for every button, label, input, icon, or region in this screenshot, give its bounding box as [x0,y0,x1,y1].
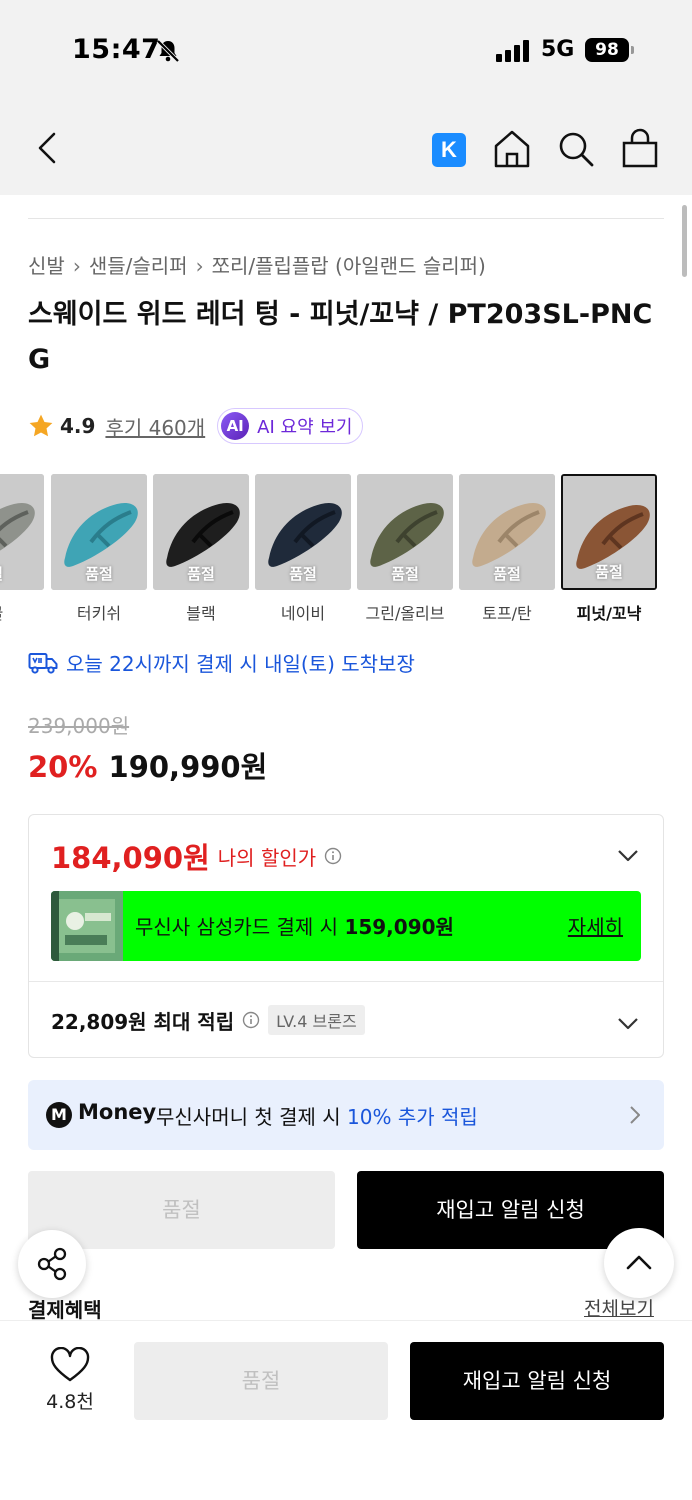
money-brand: Money [78,1100,157,1124]
original-price: 239,000원 [28,714,130,738]
soldout-label: 품절 [289,565,317,583]
soldout-label: 품절 [391,565,419,583]
star-icon [29,414,53,437]
my-price-label: 나의 할인가 [217,845,317,870]
my-price: 184,090원 [51,841,210,875]
color-option[interactable]: 절골 [0,474,44,624]
chevron-down-icon[interactable] [617,1017,639,1031]
scroll-top-button[interactable] [604,1228,674,1298]
ai-icon: AI [221,412,250,440]
breadcrumb-item[interactable]: 쪼리/플립플랍 (아일랜드 슬리퍼) [212,254,486,278]
sale-price: 190,990원 [108,750,268,784]
breadcrumb: 신발 › 샌들/슬리퍼 › 쪼리/플립플랍 (아일랜드 슬리퍼) [28,250,486,279]
color-option[interactable]: 품절터키쉬 [51,474,147,624]
status-time: 15:47 [72,34,161,65]
product-title: 스웨이드 위드 레더 텅 - 피넛/꼬냑 / PT203SL-PNCG [28,299,653,375]
my-price-card: 184,090원 나의 할인가 무신사 삼성카드 결제 시 159,090원 자… [28,814,664,1058]
soldout-label: 품절 [493,565,521,583]
color-thumbnail: 절 [0,474,44,590]
top-nav: K [0,100,692,195]
color-thumbnail: 품절 [561,474,657,590]
signal-icon [496,40,532,62]
heart-icon[interactable] [50,1347,90,1383]
soldout-label: 품절 [187,565,215,583]
color-thumbnail: 품절 [153,474,249,590]
back-icon[interactable] [30,130,66,166]
price-line: 20% 190,990원 [28,744,267,786]
breadcrumb-item[interactable]: 신발 [28,254,65,278]
color-thumbnail: 품절 [459,474,555,590]
rating-value: 4.9 [60,414,96,438]
samsung-card-text: 무신사 삼성카드 결제 시 159,090원 [135,915,454,939]
money-text: 무신사머니 첫 결제 시 10% 추가 적립 [156,1105,478,1129]
chevron-right-icon [630,1106,640,1124]
soldout-label: 품절 [85,565,113,583]
discount-rate: 20% [28,750,98,784]
color-name: 그린/올리브 [365,604,445,623]
truck-icon [28,652,58,674]
info-icon[interactable] [242,1011,260,1029]
color-options: 절골품절터키쉬품절블랙품절네이비품절그린/올리브품절토프/탄품절피넛/꼬냑 [0,474,692,634]
level-badge: LV.4 브론즈 [268,1005,365,1035]
chevron-right-icon: › [195,254,204,278]
restock-alert-button[interactable]: 재입고 알림 신청 [410,1342,664,1420]
soldout-button[interactable]: 품절 [134,1342,388,1420]
color-option[interactable]: 품절그린/올리브 [357,474,453,624]
chevron-down-icon[interactable] [617,849,639,863]
soldout-label: 품절 [595,563,623,581]
money-logo-icon: M [46,1102,72,1128]
points-row[interactable]: 22,809원 최대 적립 LV.4 브론즈 [51,1005,365,1035]
delivery-text: 오늘 22시까지 결제 시 내일(토) 도착보장 [66,652,415,676]
soldout-label: 절 [0,563,44,584]
my-price-row[interactable]: 184,090원 나의 할인가 [51,835,342,877]
ai-summary-label: AI 요약 보기 [257,417,353,438]
chevron-right-icon: › [72,254,81,278]
battery-tip [631,46,634,54]
breadcrumb-item[interactable]: 샌들/슬리퍼 [89,254,188,278]
battery-icon: 98 [585,38,629,62]
info-icon[interactable] [324,847,342,865]
status-bar: 15:47 5G 98 [0,0,692,100]
shopping-bag-icon[interactable] [620,128,660,170]
kakao-k-icon[interactable]: K [432,133,466,167]
color-name: 터키쉬 [76,604,122,623]
color-thumbnail: 품절 [255,474,351,590]
color-name: 토프/탄 [482,604,532,623]
ai-summary-button[interactable]: AI AI 요약 보기 [217,408,364,444]
home-icon[interactable] [492,128,532,170]
divider [28,218,664,219]
color-option[interactable]: 품절토프/탄 [459,474,555,624]
detail-link[interactable]: 자세히 [568,911,623,940]
color-thumbnail: 품절 [357,474,453,590]
samsung-card-banner[interactable]: 무신사 삼성카드 결제 시 159,090원 자세히 [51,891,641,961]
max-points: 22,809원 최대 적립 [51,1009,235,1034]
bottom-action-bar: 4.8천 품절 재입고 알림 신청 [0,1320,692,1500]
card-image [51,891,123,961]
color-name: 블랙 [186,604,216,623]
scrollbar[interactable] [682,205,687,277]
color-name: 골 [0,600,44,624]
share-icon [37,1247,67,1281]
color-option[interactable]: 품절피넛/꼬냑 [561,474,657,624]
divider [29,981,663,982]
color-option[interactable]: 품절네이비 [255,474,351,624]
color-name: 피넛/꼬냑 [576,604,642,623]
musinsa-money-banner[interactable]: M Money 무신사머니 첫 결제 시 10% 추가 적립 [28,1080,664,1150]
bell-muted-icon [156,39,180,63]
network-label: 5G [541,37,575,62]
search-icon[interactable] [556,128,596,170]
color-thumbnail: 품절 [51,474,147,590]
color-name: 네이비 [280,604,326,623]
review-link[interactable]: 후기 460개 [105,412,205,441]
rating-row: 4.9 후기 460개 AI AI 요약 보기 [28,408,364,444]
view-all-link[interactable]: 전체보기 [584,1294,654,1321]
color-option[interactable]: 품절블랙 [153,474,249,624]
chevron-up-icon [626,1255,652,1270]
share-button[interactable] [18,1230,86,1298]
payment-benefits-title: 결제혜택 [28,1298,102,1322]
delivery-info: 오늘 22시까지 결제 시 내일(토) 도착보장 [28,648,415,677]
like-count: 4.8천 [46,1391,94,1413]
